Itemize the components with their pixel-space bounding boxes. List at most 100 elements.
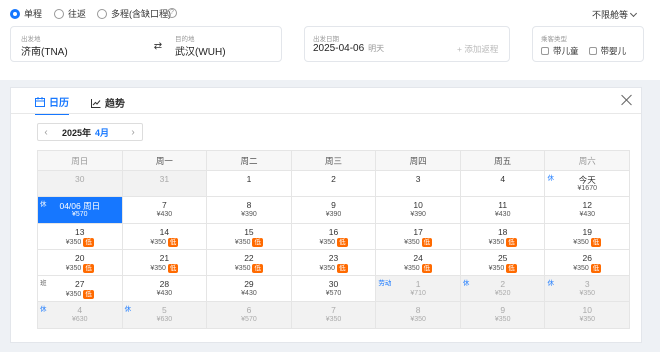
calendar-day[interactable]: 11 ¥430 [460,197,546,224]
calendar-day[interactable]: 20 ¥350 低 [38,249,123,277]
day-price: ¥430 [156,211,173,219]
day-price: ¥430 [241,290,257,298]
passenger-type-label: 乘客类型 [541,36,567,43]
day-price: ¥350 [494,316,511,324]
calendar-day[interactable]: 劳动 1 ¥710 [376,276,461,303]
low-price-badge: 低 [252,263,263,273]
calendar-day[interactable]: 15 ¥350 低 [207,223,292,250]
depart-date-input[interactable]: 2025-04-06 明天 [313,43,384,54]
to-city-input[interactable]: 武汉(WUH) [175,43,226,58]
calendar-day[interactable]: 24 ¥350 低 [376,249,461,277]
swap-cities-icon[interactable]: ⇄ [151,41,165,53]
day-price: ¥350 [150,238,166,246]
calendar-day[interactable]: 18 ¥350 低 [460,223,546,250]
calendar-day[interactable]: 17 ¥350 低 [376,223,461,250]
with-infant-checkbox[interactable]: 带婴儿 [588,45,627,57]
low-price-badge: 低 [590,237,602,247]
from-city-input[interactable]: 济南(TNA) [21,43,68,58]
with-child-checkbox[interactable]: 带儿童 [541,45,579,57]
calendar-icon [35,96,45,107]
calendar-week-row: 30 31 1 2 3 4 休今天 ¥1670 [38,171,631,198]
day-number: 26 [582,252,592,263]
calendar-day[interactable]: 6 ¥570 [207,302,292,329]
calendar-day[interactable]: 14 ¥350 低 [122,223,208,250]
low-price-badge: 低 [83,263,94,273]
calendar-day-selected[interactable]: 休 04/06 周日 ¥570 [38,197,123,224]
calendar-day[interactable]: 7 ¥430 [122,197,208,224]
calendar-day[interactable]: 1 [207,171,292,198]
prev-month-button[interactable]: ‹ [38,127,54,138]
trip-type-roundtrip-radio[interactable]: 往返 [54,7,86,20]
day-price: ¥570 [325,290,342,298]
day-price-wrap: ¥350 低 [545,237,629,247]
trip-type-multi-radio[interactable]: 多程(含缺口程) [97,7,171,20]
trip-type-oneway-radio[interactable]: 单程 [10,7,42,20]
calendar-day[interactable]: 8 ¥390 [207,197,292,224]
calendar-day[interactable]: 休 2 ¥520 [460,276,546,303]
tab-calendar[interactable]: 日历 [35,94,69,115]
day-price: ¥430 [494,211,511,219]
day-number: 7 [331,305,336,316]
calendar-day[interactable]: 19 ¥350 低 [545,223,631,250]
next-month-button[interactable]: › [125,127,141,138]
calendar-day[interactable]: 休今天 ¥1670 [545,171,631,198]
day-price-wrap: ¥430 [207,290,291,297]
low-price-badge: 低 [167,263,179,273]
calendar-day[interactable]: 25 ¥350 低 [460,249,546,277]
calendar-day[interactable]: 30 [38,171,123,198]
month-label[interactable]: 4月 [95,126,125,139]
add-return-button[interactable]: + 添加返程 [457,43,498,55]
day-price-wrap: ¥350 低 [38,237,122,247]
checkbox-label: 带婴儿 [600,46,627,56]
day-number: 11 [498,200,508,211]
calendar-day[interactable]: 12 ¥430 [545,197,631,224]
tab-label: 日历 [49,98,69,109]
calendar-day[interactable]: 23 ¥350 低 [291,249,377,277]
calendar-day[interactable]: 9 ¥390 [291,197,377,224]
calendar-day[interactable]: 2 [291,171,377,198]
calendar-day[interactable]: 30 ¥570 [291,276,377,303]
close-icon[interactable] [621,94,633,106]
calendar-day[interactable]: 26 ¥350 低 [545,249,631,277]
day-price: ¥350 [319,238,336,246]
weekday-fri: 周五 [460,151,546,171]
calendar-day[interactable]: 休 4 ¥630 [38,302,123,329]
calendar-day[interactable]: 休 3 ¥350 [545,276,631,303]
day-number: 8 [415,305,421,316]
calendar-day[interactable]: 28 ¥430 [122,276,208,303]
cabin-class-dropdown[interactable]: 不限舱等 [592,8,638,21]
calendar-day[interactable]: 7 ¥350 [291,302,377,329]
depart-date-value: 2025-04-06 [313,43,365,54]
low-price-badge: 低 [337,237,348,247]
calendar-day[interactable]: 班 27 ¥350 低 [38,276,123,303]
day-number: 4 [77,305,83,316]
radio-dot [97,8,107,19]
chevron-down-icon [629,9,638,18]
calendar-day[interactable]: 21 ¥350 低 [122,249,208,277]
calendar-day[interactable]: 休 5 ¥630 [122,302,208,329]
calendar-day[interactable]: 31 [122,171,208,198]
calendar-day[interactable]: 16 ¥350 低 [291,223,377,250]
calendar-day[interactable]: 29 ¥430 [207,276,292,303]
low-price-badge: 低 [590,263,602,273]
day-number: 1 [415,279,421,290]
month-navigator: ‹ 2025年 4月 › [37,123,143,141]
calendar-day[interactable]: 10 ¥390 [376,197,461,224]
help-icon[interactable]: ? [167,8,177,18]
calendar-week-row: 休 04/06 周日 ¥570 7 ¥430 8 ¥390 9 ¥390 10 ¥390 11 ¥430… [38,197,631,224]
calendar-day[interactable]: 22 ¥350 低 [207,249,292,277]
calendar-day[interactable]: 10 ¥350 [545,302,631,329]
calendar-day[interactable]: 4 [460,171,546,198]
day-number: 9 [331,200,336,211]
day-price-wrap: ¥350 低 [545,263,629,273]
calendar-day[interactable]: 3 [376,171,461,198]
day-number: 10 [413,200,423,211]
day-price-wrap: ¥350 [376,316,460,323]
tab-trend[interactable]: 趋势 [91,94,125,115]
weekday-mon: 周一 [122,151,208,171]
calendar-day[interactable]: 8 ¥350 [376,302,461,329]
day-number: 17 [413,226,423,237]
day-price-wrap: ¥350 低 [123,237,207,247]
calendar-day[interactable]: 9 ¥350 [460,302,546,329]
calendar-day[interactable]: 13 ¥350 低 [38,223,123,250]
